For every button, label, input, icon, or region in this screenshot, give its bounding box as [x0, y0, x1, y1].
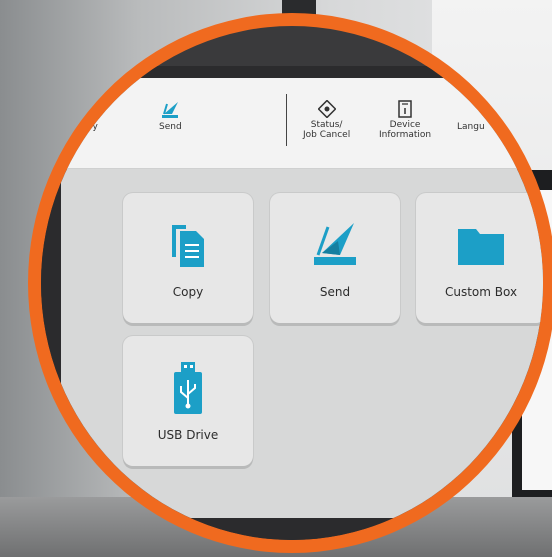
usb-drive-tile[interactable]: USB Drive — [123, 336, 253, 466]
magnifier-lens: Copy Send Status/ Job Cancel Device Info… — [28, 13, 552, 553]
custom-box-tile[interactable]: Custom Box — [416, 193, 543, 323]
usb-drive-tile-icon-wrap — [123, 360, 253, 414]
copy-tile-label: Copy — [172, 285, 204, 299]
status-label-2: Job Cancel — [303, 130, 351, 140]
custom-box-tile-icon-wrap — [416, 217, 543, 271]
topbar-divider — [286, 94, 287, 146]
top-bar: Copy Send Status/ Job Cancel Device Info… — [61, 78, 543, 169]
send-tile-label: Send — [319, 285, 351, 299]
device-info-icon — [398, 100, 412, 118]
status-label-1: Status/ — [310, 120, 343, 130]
device-label-1: Device — [389, 120, 421, 130]
status-job-cancel-button[interactable]: Status/ Job Cancel — [303, 100, 350, 140]
send-icon — [314, 223, 356, 265]
language-label: Langu — [457, 122, 485, 132]
page-indicator-dot[interactable] — [425, 528, 433, 536]
send-tile-icon-wrap — [270, 217, 400, 271]
device-label-2: Information — [379, 130, 432, 140]
send-tile[interactable]: Send — [270, 193, 400, 323]
copy-icon — [172, 225, 204, 267]
send-icon — [162, 102, 179, 118]
topbar-send-button[interactable]: Send — [159, 100, 182, 132]
custom-box-tile-label: Custom Box — [444, 285, 518, 299]
status-icon — [317, 100, 336, 118]
folder-icon — [458, 229, 504, 265]
usb-drive-icon — [174, 362, 202, 414]
device-information-button[interactable]: Device Information — [379, 100, 431, 140]
copy-tile-icon-wrap — [123, 217, 253, 271]
touch-screen: Copy Send Status/ Job Cancel Device Info… — [61, 78, 543, 536]
copy-icon — [80, 101, 93, 119]
topbar-send-label: Send — [159, 122, 182, 132]
usb-drive-tile-label: USB Drive — [157, 428, 219, 442]
language-button[interactable]: Langu — [457, 122, 485, 132]
topbar-copy-button[interactable]: Copy — [75, 100, 98, 132]
copy-tile[interactable]: Copy — [123, 193, 253, 323]
topbar-copy-label: Copy — [75, 122, 98, 132]
